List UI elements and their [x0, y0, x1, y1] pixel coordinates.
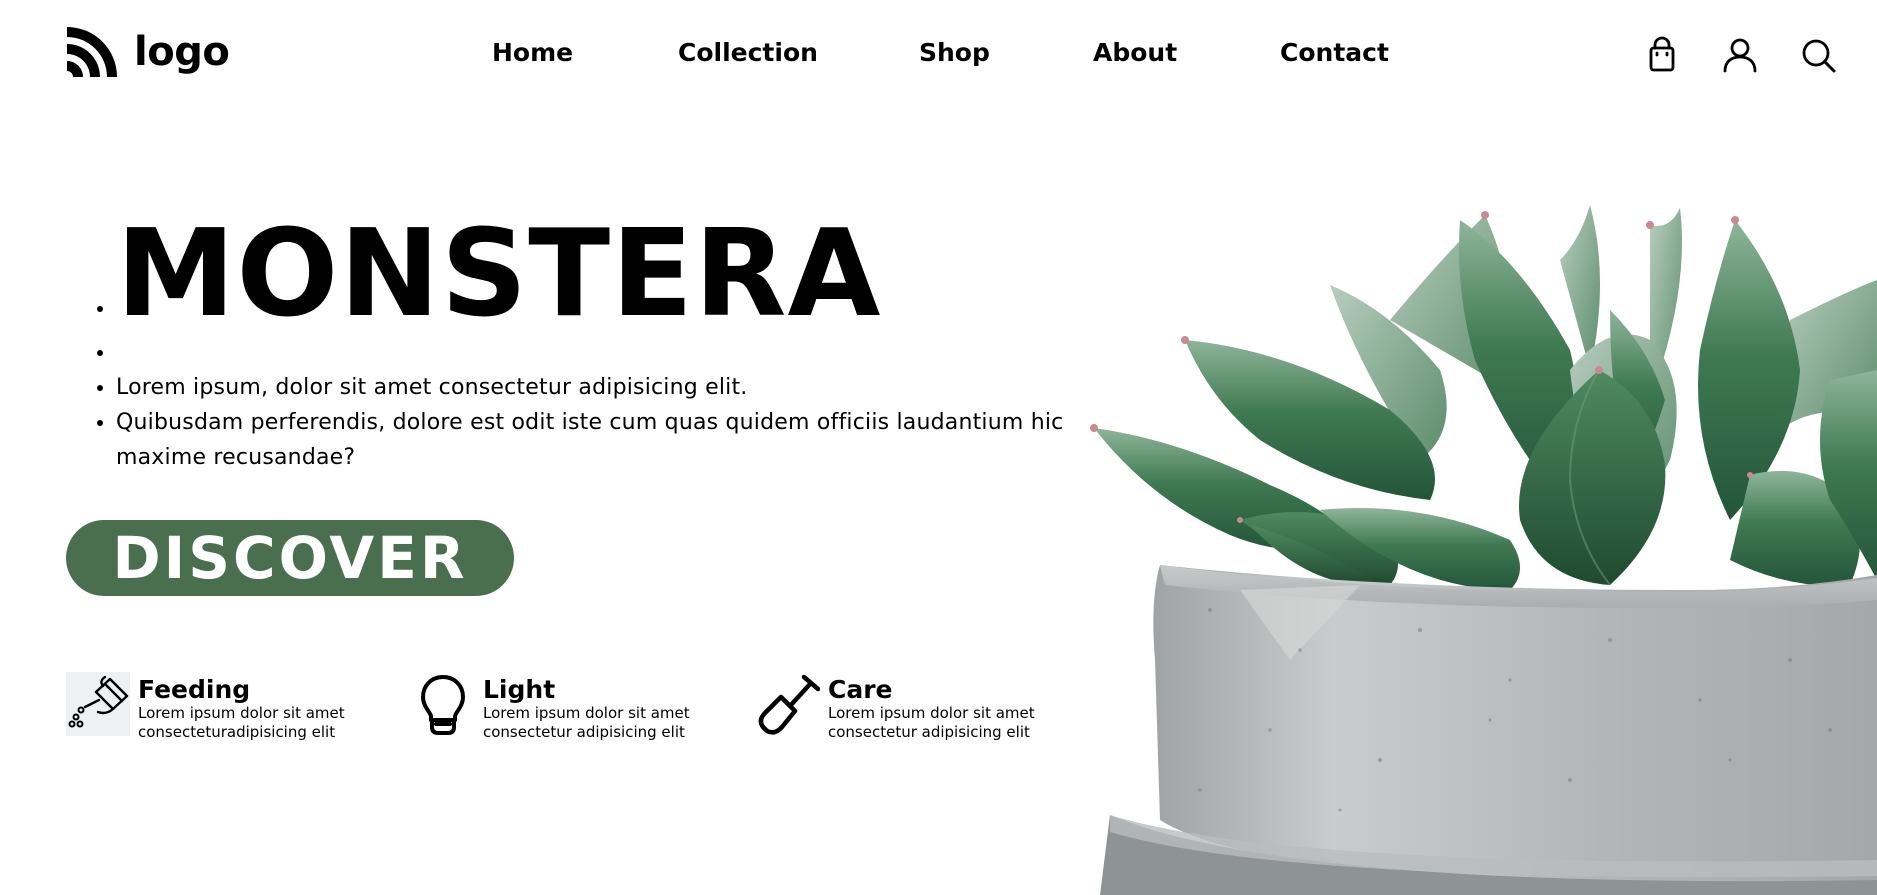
feature-description: Lorem ipsum dolor sit amet consecteturad…: [138, 704, 368, 742]
search-icon[interactable]: [1799, 36, 1837, 74]
nav-home[interactable]: Home: [492, 38, 573, 67]
hero-title: MONSTERA: [116, 205, 882, 344]
shopping-bag-icon[interactable]: [1643, 36, 1681, 74]
feature-desc-line: consecteturadipisicing elit: [138, 723, 336, 741]
feature-desc-line: Lorem ipsum dolor sit amet: [483, 704, 690, 722]
hero-paragraph: Lorem ipsum, dolor sit amet consectetur …: [116, 370, 1126, 405]
hero-content: MONSTERA Lorem ipsum, dolor sit amet con…: [60, 215, 1126, 475]
light-bulb-icon: [421, 675, 465, 735]
nav-shop[interactable]: Shop: [919, 38, 990, 67]
hero-paragraph: Quibusdam perferendis, dolore est odit i…: [116, 405, 1126, 475]
feature-title: Light: [483, 675, 556, 704]
feature-care: Care Lorem ipsum dolor sit amet consecte…: [756, 672, 1058, 742]
succulent-pot-image: [1090, 205, 1877, 895]
feature-text: Feeding Lorem ipsum dolor sit amet conse…: [138, 676, 368, 742]
nav-contact[interactable]: Contact: [1280, 38, 1389, 67]
feature-light: Light Lorem ipsum dolor sit amet consect…: [411, 672, 713, 742]
hero-title-item: MONSTERA: [116, 215, 1126, 335]
feature-description: Lorem ipsum dolor sit amet consectetur a…: [483, 704, 713, 742]
feature-desc-line: consectetur adipisicing elit: [828, 723, 1030, 741]
header-icons: [1643, 36, 1837, 74]
user-icon[interactable]: [1721, 36, 1759, 74]
feature-desc-line: Lorem ipsum dolor sit amet: [828, 704, 1035, 722]
landing-page: logo Home Collection Shop About Contact …: [0, 0, 1877, 895]
feature-description: Lorem ipsum dolor sit amet consectetur a…: [828, 704, 1058, 742]
feature-desc-line: consectetur adipisicing elit: [483, 723, 685, 741]
discover-button[interactable]: DISCOVER: [66, 520, 514, 596]
feature-title: Feeding: [138, 675, 251, 704]
feature-desc-line: Lorem ipsum dolor sit amet: [138, 704, 345, 722]
nav-about[interactable]: About: [1093, 38, 1177, 67]
feature-title: Care: [828, 675, 893, 704]
nav-collection[interactable]: Collection: [678, 38, 818, 67]
feature-feeding: Feeding Lorem ipsum dolor sit amet conse…: [66, 672, 368, 742]
shovel-icon: [758, 674, 820, 735]
watering-can-icon: [66, 672, 130, 736]
feature-text: Light Lorem ipsum dolor sit amet consect…: [483, 676, 713, 742]
main-nav: Home Collection Shop About Contact: [0, 38, 1877, 78]
feature-text: Care Lorem ipsum dolor sit amet consecte…: [828, 676, 1058, 742]
